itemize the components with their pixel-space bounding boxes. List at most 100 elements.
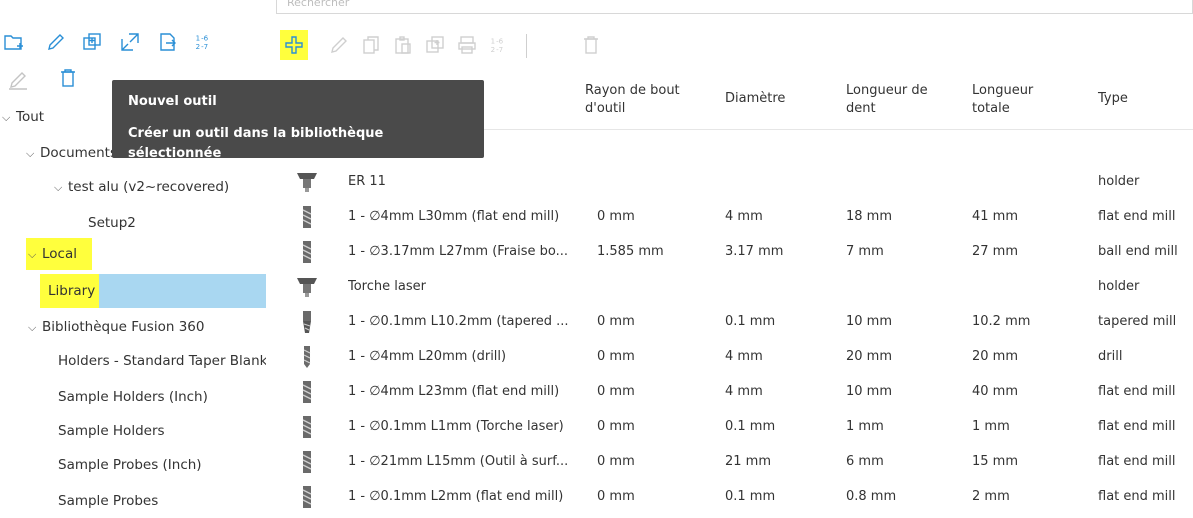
tip-radius-cell: 0 mm (597, 384, 635, 399)
tree-item-holders-standard[interactable]: Holders - Standard Taper Blank (0, 344, 266, 378)
type-cell: tapered mill (1098, 314, 1177, 329)
tree-item-sample-holders-inch[interactable]: Sample Holders (Inch) (0, 380, 266, 414)
tip-radius-cell: 0 mm (597, 314, 635, 329)
print-icon (454, 32, 480, 58)
diameter-cell: 0.1 mm (725, 314, 776, 329)
chevron-down-icon[interactable]: ⌵ (26, 137, 40, 170)
table-row[interactable]: 1 - ∅0.1mm L2mm (flat end mill) 0 mm 0.1 m… (276, 479, 1193, 514)
tree-item-sample-probes-inch[interactable]: Sample Probes (Inch) (0, 448, 266, 482)
chevron-down-icon[interactable]: ⌵ (2, 101, 16, 134)
holder-icon (296, 170, 318, 194)
end-mill-icon (296, 240, 318, 264)
flute-length-cell: 7 mm (846, 244, 884, 259)
holder-row[interactable]: ER 11 holder (276, 164, 1193, 199)
column-header-type[interactable]: Type (1098, 90, 1128, 108)
flute-length-cell: 10 mm (846, 314, 893, 329)
flute-length-cell: 6 mm (846, 454, 884, 469)
chevron-down-icon[interactable]: ⌵ (28, 311, 42, 344)
column-header-flute-length[interactable]: Longueur de dent (846, 82, 956, 118)
end-mill-icon (296, 380, 318, 404)
chevron-down-icon[interactable]: ⌵ (54, 171, 68, 204)
column-header-diameter[interactable]: Diamètre (725, 90, 785, 108)
edit-pencil-icon[interactable] (44, 30, 68, 54)
diameter-cell: 4 mm (725, 209, 763, 224)
svg-text:2: 2 (196, 42, 201, 51)
paste-icon (390, 32, 416, 58)
type-cell: flat end mill (1098, 454, 1176, 469)
tool-name-cell: 1 - ∅0.1mm L1mm (Torche laser) (348, 419, 564, 434)
search-input[interactable]: Rechercher (276, 0, 1193, 14)
diameter-cell: 0.1 mm (725, 489, 776, 504)
end-mill-icon (296, 450, 318, 474)
new-library-icon[interactable] (2, 30, 26, 54)
export-library-icon[interactable] (118, 30, 142, 54)
tree-item-test-alu[interactable]: ⌵ test alu (v2~recovered) (0, 170, 266, 204)
tapered-mill-icon (296, 310, 318, 334)
tool-name-cell: 1 - ∅4mm L23mm (flat end mill) (348, 384, 560, 399)
column-header-tip-radius[interactable]: Rayon de bout d'outil (585, 82, 705, 118)
table-row[interactable]: 1 - ∅0.1mm L10.2mm (tapered ... 0 mm 0.1 m… (276, 304, 1193, 339)
end-mill-icon (296, 485, 318, 509)
column-header-total-length[interactable]: Longueur totale (972, 82, 1052, 118)
table-row[interactable]: 1 - ∅4mm L23mm (flat end mill) 0 mm 4 mm 10… (276, 374, 1193, 409)
tree-item-local[interactable]: ⌵ Local (26, 238, 92, 270)
import-library-icon[interactable] (156, 30, 180, 54)
flute-length-cell: 10 mm (846, 384, 893, 399)
duplicate-tool-icon (422, 32, 448, 58)
tool-name-cell: 1 - ∅4mm L20mm (drill) (348, 349, 507, 364)
table-row[interactable]: 1 - ∅3.17mm L27mm (Fraise bo... 1.585 mm 3… (276, 234, 1193, 269)
tool-name-cell: 1 - ∅4mm L30mm (flat end mill) (348, 209, 560, 224)
end-mill-icon (296, 415, 318, 439)
drill-icon (296, 345, 318, 369)
type-cell: ball end mill (1098, 244, 1178, 259)
renumber-icon[interactable]: 1 -6 2 -7 (190, 30, 220, 54)
flute-length-cell: 0.8 mm (846, 489, 897, 504)
copy-icon (358, 32, 384, 58)
tree-item-fusion-library[interactable]: ⌵ Bibliothèque Fusion 360 (0, 310, 266, 344)
duplicate-library-icon[interactable] (80, 30, 104, 54)
total-length-cell: 27 mm (972, 244, 1019, 259)
svg-text:1: 1 (196, 33, 201, 42)
delete-trash-icon[interactable] (56, 66, 80, 90)
holder-icon (296, 275, 318, 299)
tool-name-cell: Torche laser (348, 279, 426, 294)
svg-text:2: 2 (491, 45, 496, 54)
type-cell: flat end mill (1098, 419, 1176, 434)
tip-radius-cell: 0 mm (597, 349, 635, 364)
table-row[interactable]: 1 - ∅0.1mm L1mm (Torche laser) 0 mm 0.1 mm… (276, 409, 1193, 444)
total-length-cell: 40 mm (972, 384, 1019, 399)
svg-text:-6: -6 (496, 36, 504, 45)
diameter-cell: 21 mm (725, 454, 772, 469)
table-row[interactable]: 1 - ∅21mm L15mm (Outil à surf... 0 mm 21 m… (276, 444, 1193, 479)
flute-length-cell: 1 mm (846, 419, 884, 434)
tool-name-cell: ER 11 (348, 174, 386, 189)
tree-item-library[interactable]: Library (40, 274, 266, 308)
chevron-down-icon[interactable]: ⌵ (28, 239, 42, 270)
svg-text:-6: -6 (201, 33, 209, 42)
tool-name-cell: 1 - ∅0.1mm L2mm (flat end mill) (348, 489, 564, 504)
tool-name-cell: 1 - ∅21mm L15mm (Outil à surf... (348, 454, 569, 469)
type-cell: flat end mill (1098, 209, 1176, 224)
tooltip-description: Créer un outil dans la bibliothèque séle… (128, 126, 384, 161)
svg-text:-7: -7 (496, 45, 503, 54)
end-mill-icon (296, 205, 318, 229)
tree-item-sample-holders[interactable]: Sample Holders (0, 414, 266, 448)
tree-item-sample-probes[interactable]: Sample Probes (0, 484, 266, 518)
tip-radius-cell: 0 mm (597, 209, 635, 224)
type-cell: holder (1098, 279, 1140, 294)
delete-tool-icon (578, 32, 604, 58)
pencil-disabled-icon (6, 68, 30, 92)
tip-radius-cell: 0 mm (597, 454, 635, 469)
table-row[interactable]: 1 - ∅4mm L30mm (flat end mill) 0 mm 4 mm 18… (276, 199, 1193, 234)
tree-item-setup2[interactable]: Setup2 (0, 206, 266, 240)
type-cell: flat end mill (1098, 384, 1176, 399)
table-row[interactable]: 1 - ∅4mm L20mm (drill) 0 mm 4 mm 20 mm 20 mm… (276, 339, 1193, 374)
type-cell: drill (1098, 349, 1123, 364)
total-length-cell: 10.2 mm (972, 314, 1031, 329)
total-length-cell: 20 mm (972, 349, 1019, 364)
total-length-cell: 1 mm (972, 419, 1010, 434)
new-tool-button[interactable] (280, 30, 308, 60)
flute-length-cell: 18 mm (846, 209, 893, 224)
holder-row[interactable]: Torche laser holder (276, 269, 1193, 304)
tool-toolbar: 1 -6 2 -7 (276, 26, 1193, 66)
